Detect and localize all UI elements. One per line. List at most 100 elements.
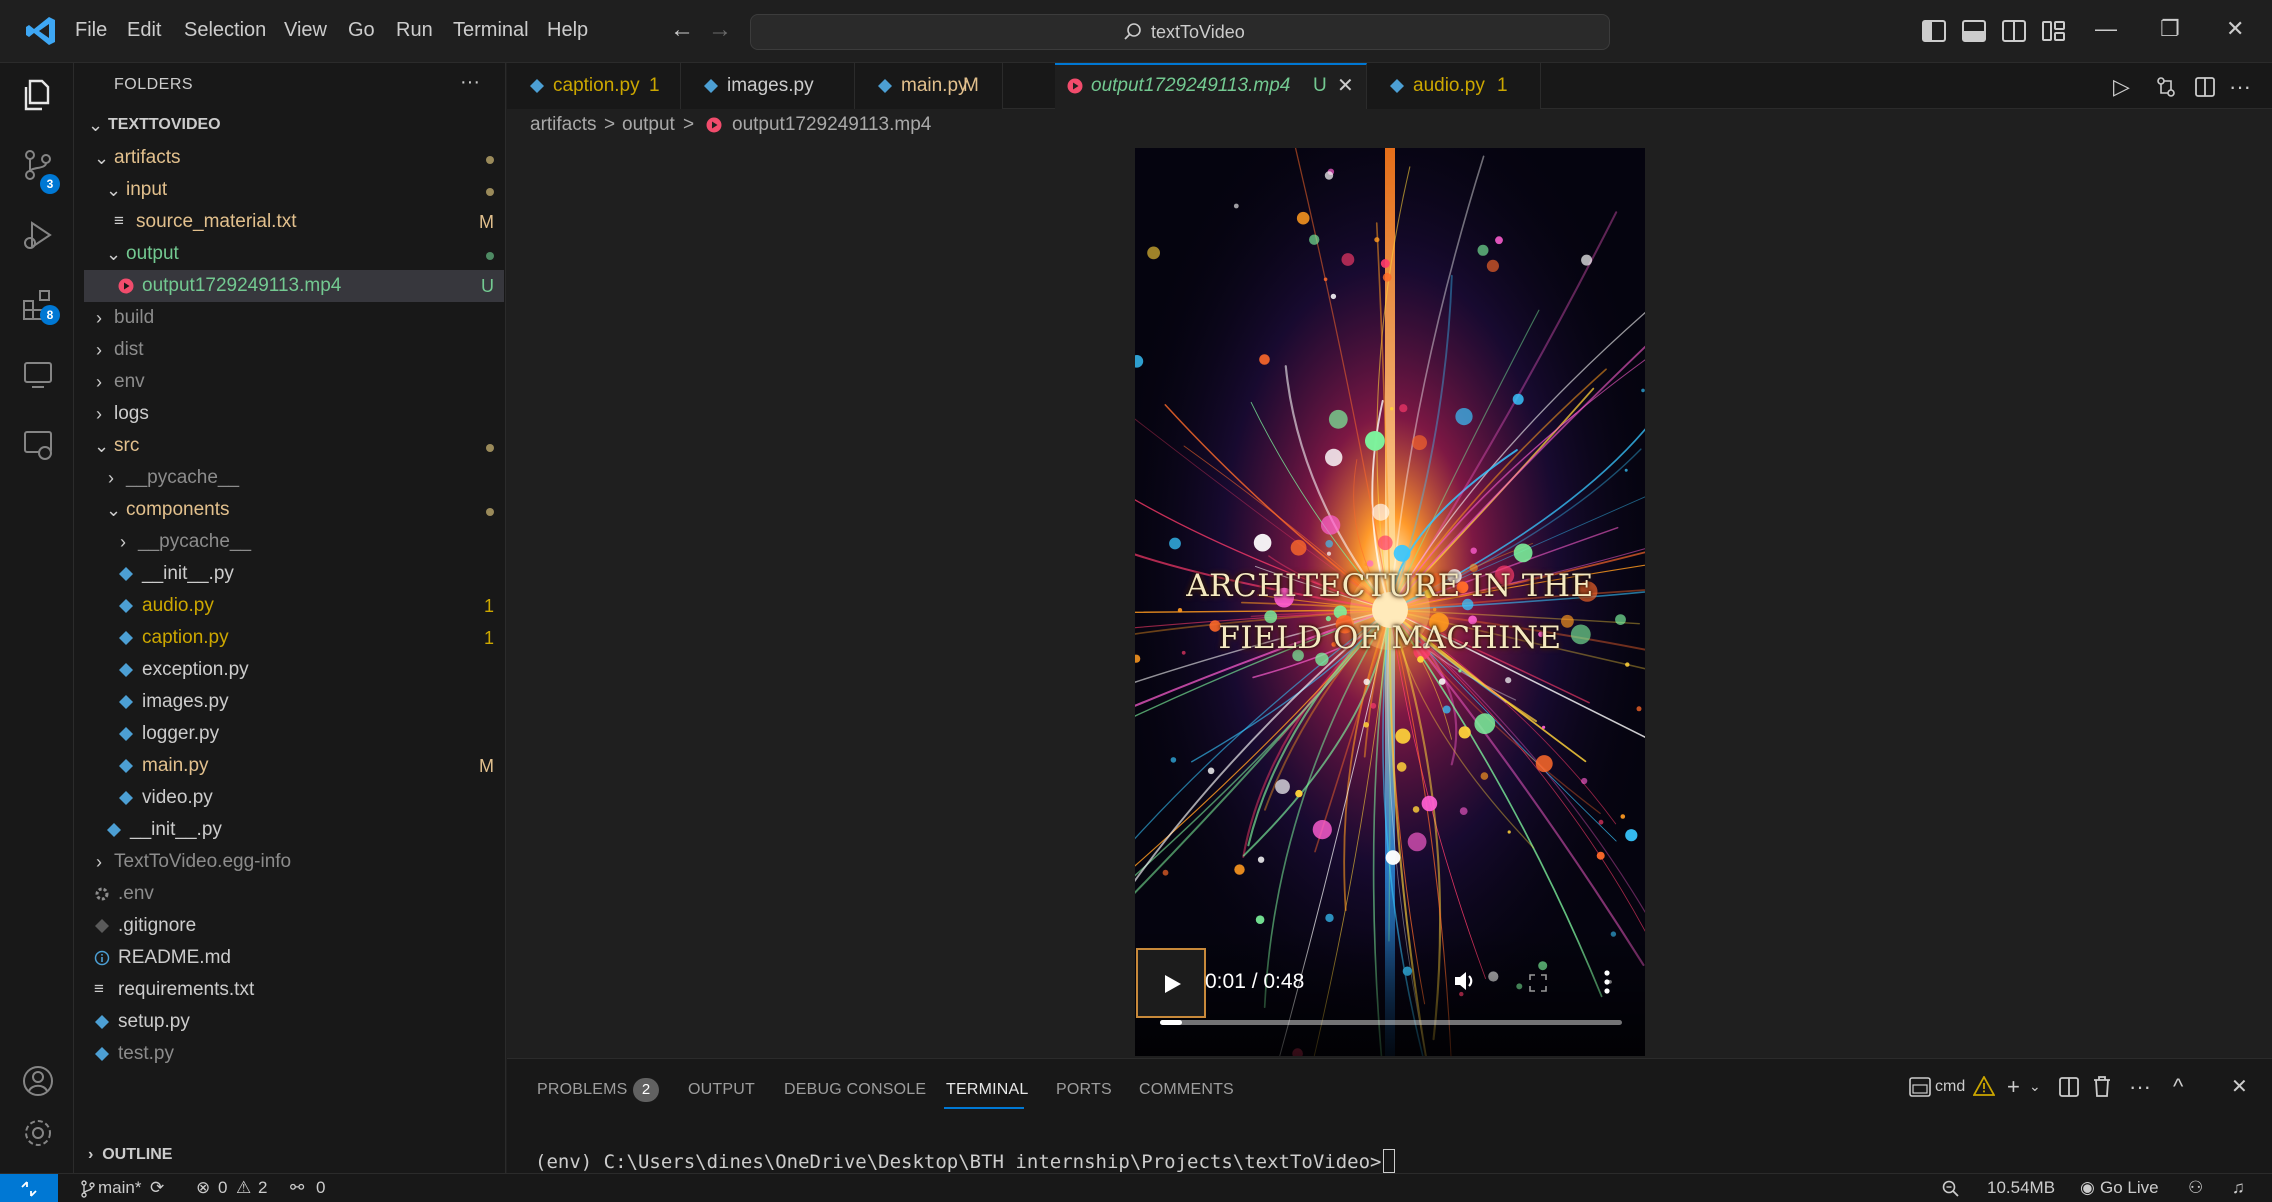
more-actions-icon[interactable]: ···	[2129, 1074, 2151, 1100]
breadcrumb-artifacts[interactable]: artifacts	[530, 114, 597, 136]
ports-icon[interactable]: ⚯	[290, 1178, 304, 1198]
tab-terminal[interactable]: TERMINAL	[946, 1081, 1029, 1099]
warning-count[interactable]: 2	[258, 1178, 267, 1198]
forward-arrow-icon[interactable]: →	[708, 16, 732, 44]
tree-item-dist[interactable]: › dist	[84, 334, 504, 366]
tab-problems[interactable]: PROBLEMS	[537, 1081, 628, 1099]
maximize-panel-icon[interactable]: ^	[2173, 1074, 2183, 1100]
tab-caption-py[interactable]: caption.py 1	[507, 63, 681, 109]
menu-selection[interactable]: Selection	[184, 19, 266, 42]
tab-ports[interactable]: PORTS	[1056, 1081, 1112, 1099]
tree-item-env[interactable]: › env	[84, 366, 504, 398]
tree-item-src[interactable]: ⌄ src	[84, 430, 504, 462]
chevron-down-icon[interactable]: ⌄	[2029, 1078, 2041, 1095]
breadcrumb-output[interactable]: output	[622, 114, 675, 136]
tree-item-src-init-py[interactable]: __init__.py	[84, 814, 504, 846]
video-play-button[interactable]	[1136, 948, 1206, 1018]
tree-item-main-py[interactable]: main.py M	[84, 750, 504, 782]
ports-count[interactable]: 0	[316, 1178, 325, 1198]
menu-terminal[interactable]: Terminal	[453, 19, 529, 42]
run-file-icon[interactable]: ▷	[2113, 74, 2130, 100]
menu-run[interactable]: Run	[396, 19, 433, 42]
run-debug-icon[interactable]	[20, 217, 56, 253]
menu-view[interactable]: View	[284, 19, 327, 42]
breadcrumb-file[interactable]: output1729249113.mp4	[732, 114, 931, 136]
tree-item-caption-py[interactable]: caption.py 1	[84, 622, 504, 654]
restore-icon[interactable]: ❐	[2160, 16, 2180, 42]
tree-item-src-pycache[interactable]: › __pycache__	[84, 462, 504, 494]
tree-item-build[interactable]: › build	[84, 302, 504, 334]
tree-item-output-video[interactable]: output1729249113.mp4 U	[84, 270, 504, 302]
tab-debug-console[interactable]: DEBUG CONSOLE	[784, 1081, 926, 1099]
terminal-shell-name[interactable]: cmd	[1935, 1078, 1965, 1096]
tree-item-logs[interactable]: › logs	[84, 398, 504, 430]
toggle-secondary-sidebar-icon[interactable]	[2001, 19, 2027, 43]
customize-layout-icon[interactable]	[2041, 19, 2067, 43]
memory-usage[interactable]: 10.54MB	[1987, 1178, 2055, 1198]
split-terminal-icon[interactable]	[2059, 1077, 2079, 1097]
notifications-bell-icon[interactable]: ♫	[2232, 1178, 2245, 1198]
tab-audio-py[interactable]: audio.py 1	[1367, 63, 1541, 109]
tree-item-images-py[interactable]: images.py	[84, 686, 504, 718]
more-actions-icon[interactable]: ···	[460, 71, 480, 94]
menu-edit[interactable]: Edit	[127, 19, 161, 42]
close-panel-icon[interactable]: ✕	[2231, 1074, 2248, 1099]
minimize-icon[interactable]: —	[2095, 16, 2117, 42]
tree-root-folder[interactable]: ⌄ TEXTTOVIDEO	[84, 109, 504, 141]
zoom-icon[interactable]	[1942, 1180, 1960, 1198]
sync-icon[interactable]: ⟳	[150, 1178, 164, 1198]
warning-icon[interactable]: ⚠	[236, 1178, 251, 1198]
more-actions-icon[interactable]: ···	[2229, 74, 2251, 100]
tree-item-init-py[interactable]: __init__.py	[84, 558, 504, 590]
video-player[interactable]: ARCHITECTURE IN THE FIELD OF MACHINE	[1135, 148, 1645, 1056]
tree-item-gitignore[interactable]: .gitignore	[84, 910, 504, 942]
volume-icon[interactable]	[1452, 968, 1478, 994]
tab-output-video[interactable]: output1729249113.mp4 U ✕	[1055, 63, 1367, 109]
tree-item-video-py[interactable]: video.py	[84, 782, 504, 814]
split-editor-icon[interactable]	[2194, 76, 2216, 98]
error-count[interactable]: 0	[218, 1178, 227, 1198]
tree-item-setup-py[interactable]: setup.py	[84, 1006, 504, 1038]
tree-item-input[interactable]: ⌄ input	[84, 174, 504, 206]
tree-item-logger-py[interactable]: logger.py	[84, 718, 504, 750]
close-window-icon[interactable]: ✕	[2226, 16, 2244, 42]
menu-file[interactable]: File	[75, 19, 107, 42]
explorer-icon[interactable]	[20, 77, 56, 113]
remote-explorer-icon[interactable]	[20, 357, 56, 393]
tab-main-py[interactable]: main.py M	[855, 63, 1003, 109]
tree-item-test-py[interactable]: test.py	[84, 1038, 504, 1070]
tree-item-exception-py[interactable]: exception.py	[84, 654, 504, 686]
live-share-icon[interactable]	[20, 427, 56, 463]
tree-item-output[interactable]: ⌄ output	[84, 238, 504, 270]
command-center-search[interactable]: textToVideo	[750, 14, 1610, 50]
tree-item-env-file[interactable]: .env	[84, 878, 504, 910]
menu-go[interactable]: Go	[348, 19, 375, 42]
tree-item-components-pycache[interactable]: › __pycache__	[84, 526, 504, 558]
accounts-icon[interactable]	[20, 1063, 56, 1099]
go-live-button[interactable]: Go Live	[2100, 1178, 2159, 1198]
copilot-icon[interactable]: ⚇	[2188, 1178, 2203, 1198]
tree-item-readme[interactable]: README.md	[84, 942, 504, 974]
trash-icon[interactable]	[2093, 1076, 2111, 1097]
menu-help[interactable]: Help	[547, 19, 588, 42]
fullscreen-icon[interactable]	[1528, 973, 1548, 993]
outline-section-header[interactable]: › OUTLINE	[88, 1146, 172, 1164]
tree-item-egg-info[interactable]: › TextToVideo.egg-info	[84, 846, 504, 878]
back-arrow-icon[interactable]: ←	[670, 16, 694, 44]
tab-output[interactable]: OUTPUT	[688, 1081, 755, 1099]
git-branch[interactable]: main*	[98, 1178, 141, 1198]
vscode-logo-icon[interactable]	[24, 14, 58, 48]
tree-item-artifacts[interactable]: ⌄ artifacts	[84, 142, 504, 174]
open-changes-icon[interactable]	[2155, 76, 2177, 98]
settings-gear-icon[interactable]	[20, 1115, 56, 1151]
tab-images-py[interactable]: images.py	[681, 63, 855, 109]
tree-item-requirements[interactable]: ≡ requirements.txt	[84, 974, 504, 1006]
terminal-prompt[interactable]: (env) C:\Users\dines\OneDrive\Desktop\BT…	[535, 1149, 1396, 1173]
tree-item-source-material[interactable]: ≡ source_material.txt M	[84, 206, 504, 238]
new-terminal-icon[interactable]: +	[2007, 1074, 2020, 1100]
tab-comments[interactable]: COMMENTS	[1139, 1081, 1234, 1099]
tree-item-audio-py[interactable]: audio.py 1	[84, 590, 504, 622]
toggle-panel-icon[interactable]	[1961, 19, 1987, 43]
toggle-primary-sidebar-icon[interactable]	[1921, 19, 1947, 43]
close-tab-icon[interactable]: ✕	[1337, 63, 1354, 109]
